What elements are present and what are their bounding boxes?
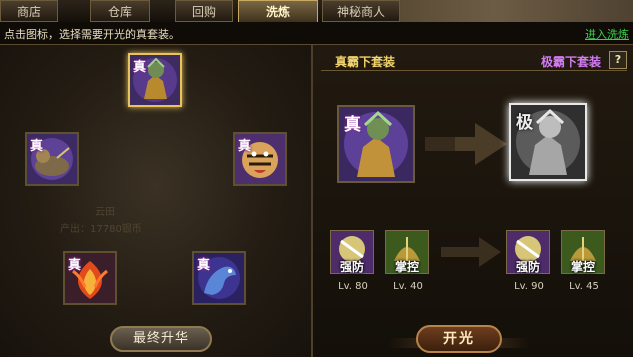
tab-buyback[interactable]: 回购 xyxy=(175,0,233,22)
skill-icon-frame: 掌控 xyxy=(561,230,605,274)
tab-shop[interactable]: 商店 xyxy=(0,0,58,22)
skill-level: Lv. 45 xyxy=(569,281,599,292)
set-tag: 真 xyxy=(133,60,147,75)
awakening-panel: 真霸下套装 极霸下套装 ? 真 极 强防 掌控 Lv. 80 Lv. 40 强防… xyxy=(313,45,633,357)
target-set-icon: 极 xyxy=(509,103,587,181)
tab-bar: 商店 仓库 回购 洗炼 神秘商人 xyxy=(0,0,633,23)
skill-level: Lv. 90 xyxy=(514,281,544,292)
faded-field-name: 云田 xyxy=(95,207,115,218)
set-tag: 真 xyxy=(68,258,82,273)
hint-bar: 点击图标，选择需要开光的真套装。 进入洗炼 xyxy=(0,22,633,45)
skill-name: 强防 xyxy=(339,260,364,274)
set-slot-tiger[interactable]: 真 xyxy=(233,132,287,186)
awaken-button[interactable]: 开光 xyxy=(416,325,502,353)
set-tag: 真 xyxy=(30,139,44,154)
faded-field-output: 产出：17780银币 xyxy=(60,224,142,235)
help-button[interactable]: ? xyxy=(609,51,627,69)
skill-icon-frame: 强防 xyxy=(330,230,374,274)
set-tag: 真 xyxy=(344,115,361,135)
current-set-icon: 真 xyxy=(337,105,415,183)
set-selection-panel: 云田 产出：17780银币 真 真 真 真 真 最终升华 xyxy=(0,45,313,357)
skill-level: Lv. 40 xyxy=(393,281,423,292)
skill-name: 强防 xyxy=(515,260,540,274)
set-tag: 极 xyxy=(516,113,533,133)
tab-warehouse[interactable]: 仓库 xyxy=(90,0,150,22)
skill-after-control[interactable]: 掌控 xyxy=(561,230,607,274)
tab-mystery-merchant[interactable]: 神秘商人 xyxy=(322,0,400,22)
skill-before-control[interactable]: 掌控 xyxy=(385,230,431,274)
skill-before-defense[interactable]: 强防 xyxy=(330,230,376,274)
hint-text: 点击图标，选择需要开光的真套装。 xyxy=(4,28,180,41)
final-sublimation-button[interactable]: 最终升华 xyxy=(110,326,212,352)
current-set-title: 真霸下套装 xyxy=(335,55,396,69)
set-tag: 真 xyxy=(238,139,252,154)
skill-icon-frame: 掌控 xyxy=(385,230,429,274)
background-scenery xyxy=(400,0,633,22)
enter-refine-link[interactable]: 进入洗炼 xyxy=(585,26,629,42)
skill-name: 掌控 xyxy=(394,260,419,274)
skill-after-defense[interactable]: 强防 xyxy=(506,230,552,274)
panel-header: 真霸下套装 极霸下套装 ? xyxy=(321,48,627,71)
skill-name: 掌控 xyxy=(570,260,595,274)
set-slot-beast[interactable]: 真 xyxy=(25,132,79,186)
set-slot-baxia[interactable]: 真 xyxy=(128,53,182,107)
skill-level: Lv. 80 xyxy=(338,281,368,292)
set-tag: 真 xyxy=(197,258,211,273)
tab-refine[interactable]: 洗炼 xyxy=(238,0,318,23)
arrow-right-icon xyxy=(425,123,507,165)
skill-icon-frame: 强防 xyxy=(506,230,550,274)
set-slot-phoenix[interactable]: 真 xyxy=(63,251,117,305)
target-set-title: 极霸下套装 xyxy=(540,55,601,69)
set-slot-dragon[interactable]: 真 xyxy=(192,251,246,305)
arrow-right-small-icon xyxy=(441,237,501,267)
